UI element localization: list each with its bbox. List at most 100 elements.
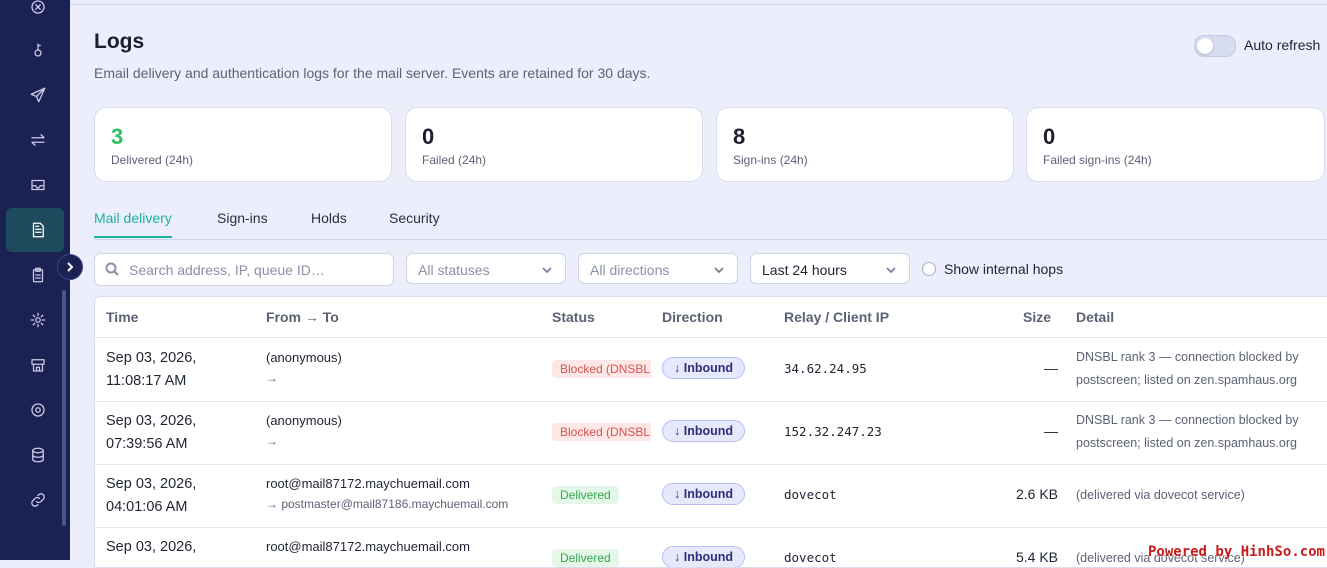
search-icon: [105, 262, 119, 276]
stat-card-failed-sign-ins: 0 Failed sign-ins (24h): [1026, 107, 1325, 182]
stat-label: Sign-ins (24h): [733, 153, 808, 167]
key-icon[interactable]: [22, 34, 54, 66]
clipboard-icon[interactable]: [22, 259, 54, 291]
tab-sign-ins[interactable]: Sign-ins: [217, 210, 268, 236]
tab-mail-delivery[interactable]: Mail delivery: [94, 210, 172, 238]
row-date-text: Sep 03, 2026,: [106, 350, 197, 366]
direction-badge: ↓ Inbound: [662, 420, 746, 442]
close-circle-icon[interactable]: [22, 0, 54, 23]
row-time: Sep 03, 2026, 04:01:06 AM: [106, 473, 196, 519]
row-date-text: Sep 03, 2026,: [106, 539, 197, 555]
stat-card-failed: 0 Failed (24h): [405, 107, 703, 182]
row-relay: dovecot: [784, 550, 837, 565]
row-to: → postmaster@mail87186.maychuemail.com: [266, 497, 509, 511]
database-icon[interactable]: [22, 439, 54, 471]
stat-value: 0: [1043, 124, 1056, 149]
mail-delivery-table: Time From → To Status Direction Relay / …: [94, 296, 1327, 568]
row-to: →: [266, 371, 278, 385]
column-header-size[interactable]: Size: [1023, 309, 1051, 325]
direction-badge: ↓ Inbound: [662, 483, 746, 505]
direction-badge: ↓ Inbound: [662, 546, 746, 567]
status-badge: Delivered: [552, 549, 619, 567]
stat-label: Failed (24h): [422, 153, 487, 167]
swap-arrows-icon[interactable]: [22, 124, 54, 156]
row-date-text: Sep 03, 2026,: [106, 476, 197, 492]
table-row[interactable]: Sep 03, 2026, 11:08:17 AM (anonymous) → B…: [95, 338, 1327, 402]
row-detail: (delivered via dovecot service): [1076, 488, 1245, 502]
row-time-text: 11:08:17 AM: [106, 373, 187, 389]
chevron-down-icon: [542, 267, 552, 274]
time-range-select[interactable]: Last 24 hours: [750, 253, 910, 284]
auto-refresh-label: Auto refresh: [1244, 37, 1321, 53]
column-header-relay[interactable]: Relay / Client IP: [784, 309, 889, 325]
column-header-time[interactable]: Time: [106, 309, 138, 325]
stat-card-sign-ins: 8 Sign-ins (24h): [716, 107, 1014, 182]
log-tabs: Mail delivery Sign-ins Holds Security: [94, 210, 1327, 240]
status-select[interactable]: All statuses: [406, 253, 566, 284]
direction-badge: ↓ Inbound: [662, 357, 746, 379]
link-icon[interactable]: [22, 484, 54, 516]
row-time: Sep 03, 2026,: [106, 536, 196, 559]
send-icon[interactable]: [22, 79, 54, 111]
table-row[interactable]: Sep 03, 2026, root@mail87172.maychuemail…: [95, 527, 1327, 567]
store-icon[interactable]: [22, 349, 54, 381]
toggle-knob: [1197, 38, 1213, 54]
row-status: Blocked (DNSBL: [552, 360, 651, 378]
row-relay: 34.62.24.95: [784, 361, 867, 376]
table-row[interactable]: Sep 03, 2026, 04:01:06 AM root@mail87172.…: [95, 464, 1327, 528]
column-header-status[interactable]: Status: [552, 309, 595, 325]
column-header-direction[interactable]: Direction: [662, 309, 723, 325]
stat-card-delivered: 3 Delivered (24h): [94, 107, 392, 182]
row-detail: DNSBL rank 3 — connection blocked by pos…: [1076, 413, 1299, 450]
page-title: Logs: [94, 30, 145, 53]
direction-select-value: All directions: [590, 262, 670, 278]
table-row[interactable]: Sep 03, 2026, 07:39:56 AM (anonymous) → B…: [95, 401, 1327, 465]
gear-icon[interactable]: [22, 304, 54, 336]
chevron-down-icon: [714, 267, 724, 274]
sidebar-collapse-button[interactable]: [57, 254, 83, 280]
main-content: Logs Email delivery and authentication l…: [70, 0, 1327, 568]
row-from: root@mail87172.maychuemail.com: [266, 476, 470, 491]
sidebar-scrollbar[interactable]: [62, 290, 66, 526]
direction-select[interactable]: All directions: [578, 253, 738, 284]
page-subtitle: Email delivery and authentication logs f…: [94, 65, 651, 81]
auto-refresh-toggle[interactable]: [1194, 35, 1236, 57]
status-badge: Delivered: [552, 486, 619, 504]
stat-value: 8: [733, 124, 746, 149]
settings-cog-icon[interactable]: [22, 394, 54, 426]
row-relay: dovecot: [784, 487, 837, 502]
row-size: —: [1044, 423, 1058, 439]
tab-security[interactable]: Security: [389, 210, 440, 236]
row-status: Blocked (DNSBL: [552, 423, 651, 441]
show-internal-hops-checkbox[interactable]: [922, 262, 936, 276]
document-icon[interactable]: [22, 214, 54, 246]
search-box: [94, 253, 394, 286]
stat-value: 0: [422, 124, 435, 149]
chevron-down-icon: [886, 267, 896, 274]
row-size: —: [1044, 360, 1058, 376]
row-relay: 152.32.247.23: [784, 424, 882, 439]
row-detail: DNSBL rank 3 — connection blocked by pos…: [1076, 350, 1299, 387]
column-header-detail[interactable]: Detail: [1076, 309, 1114, 325]
sidebar: [0, 0, 70, 560]
row-from: (anonymous): [266, 350, 342, 365]
row-from: (anonymous): [266, 413, 342, 428]
time-range-select-value: Last 24 hours: [762, 262, 847, 278]
stat-value: 3: [111, 124, 124, 149]
stat-label: Failed sign-ins (24h): [1043, 153, 1152, 167]
row-size: 2.6 KB: [1015, 486, 1058, 502]
status-badge: Blocked (DNSBL: [552, 360, 651, 378]
stat-label: Delivered (24h): [111, 153, 194, 167]
inbox-tray-icon[interactable]: [22, 169, 54, 201]
row-time: Sep 03, 2026, 07:39:56 AM: [106, 410, 196, 456]
tab-holds[interactable]: Holds: [311, 210, 347, 236]
row-date-text: Sep 03, 2026,: [106, 413, 197, 429]
row-size: 5.4 KB: [1015, 549, 1058, 565]
search-input[interactable]: [127, 254, 391, 285]
status-badge: Blocked (DNSBL: [552, 423, 651, 441]
status-select-value: All statuses: [418, 262, 490, 278]
row-time: Sep 03, 2026, 11:08:17 AM: [106, 347, 196, 393]
column-header-from-to[interactable]: From → To: [266, 309, 339, 325]
row-time-text: 07:39:56 AM: [106, 436, 188, 452]
row-time-text: 04:01:06 AM: [106, 499, 188, 515]
